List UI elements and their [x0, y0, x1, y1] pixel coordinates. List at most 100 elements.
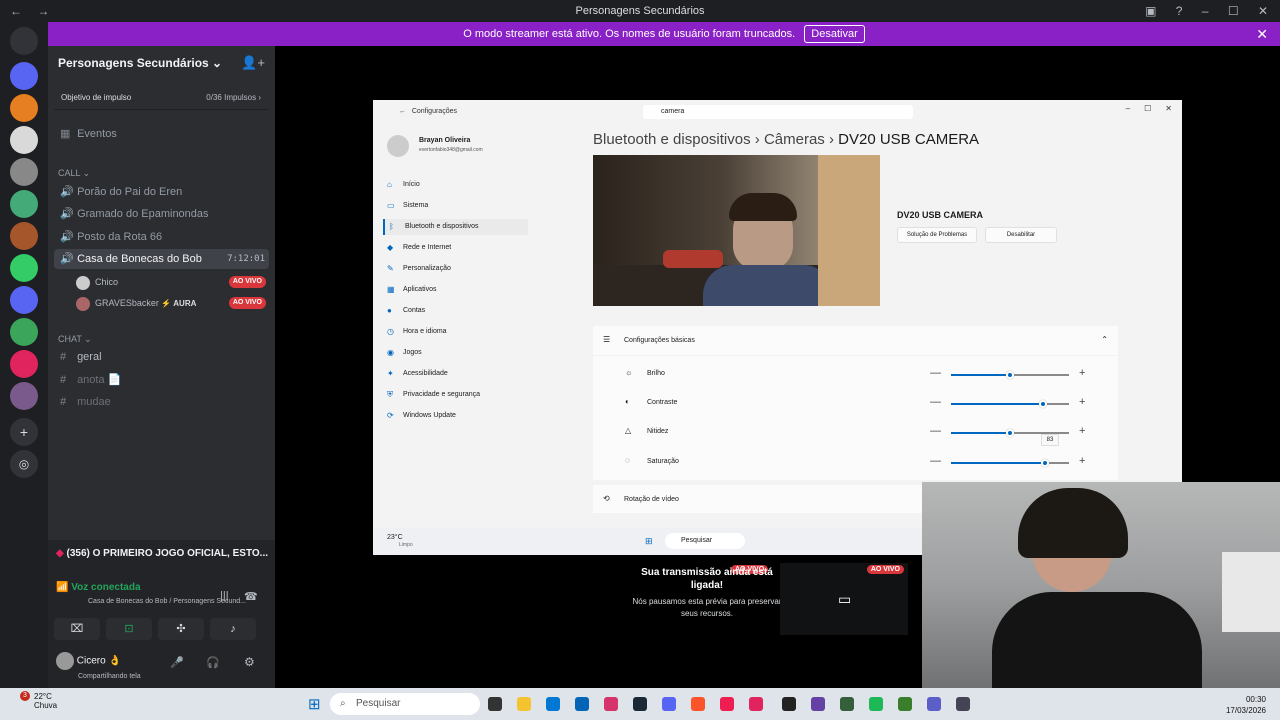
settings-menu-item[interactable]: ✎ Personalização: [383, 261, 528, 277]
server-icon[interactable]: [10, 126, 38, 154]
discord-icon[interactable]: [662, 697, 676, 711]
settings-menu-item[interactable]: ⟳ Windows Update: [383, 408, 528, 424]
settings-gear-icon[interactable]: ⚙: [244, 655, 255, 669]
minimize-icon[interactable]: –: [1202, 4, 1209, 18]
inbox-icon[interactable]: ▣: [1145, 4, 1156, 18]
settings-menu-item[interactable]: ● Contas: [383, 303, 528, 319]
inner-search[interactable]: Pesquisar: [665, 533, 745, 549]
teams-icon[interactable]: [927, 697, 941, 711]
boost-goal[interactable]: Objetivo de impulso 0/36 Impulsos ›: [54, 86, 269, 110]
app-icon[interactable]: [956, 697, 970, 711]
minus-icon[interactable]: —: [930, 455, 941, 467]
text-channel[interactable]: # anota 📄: [54, 370, 269, 390]
minimize-icon[interactable]: –: [1126, 104, 1130, 113]
server-icon[interactable]: [10, 190, 38, 218]
brave-icon[interactable]: [691, 697, 705, 711]
windows-start-icon[interactable]: ⊞: [645, 536, 653, 547]
close-icon[interactable]: ✕: [1258, 4, 1268, 18]
twitch-icon[interactable]: [811, 697, 825, 711]
disconnect-icon[interactable]: ☎: [244, 590, 258, 603]
voice-channel[interactable]: 🔊 Porão do Pai do Eren: [54, 182, 269, 202]
disable-camera-button[interactable]: Desabilitar: [985, 227, 1057, 243]
crumb-1[interactable]: Bluetooth e dispositivos: [593, 131, 751, 148]
task-view-icon[interactable]: [488, 697, 502, 711]
help-icon[interactable]: ?: [1176, 4, 1183, 18]
plus-icon[interactable]: +: [1079, 425, 1085, 437]
noise-icon[interactable]: |||: [220, 590, 229, 602]
mic-icon[interactable]: 🎤: [170, 656, 184, 669]
share-screen-button[interactable]: ⊡: [106, 618, 152, 640]
voice-connected[interactable]: 📶 Voz conectada: [56, 582, 141, 593]
maximize-icon[interactable]: ☐: [1144, 104, 1151, 113]
voice-channel-active[interactable]: 🔊 Casa de Bonecas do Bob 7:12:01: [54, 249, 269, 269]
server-icon[interactable]: [10, 158, 38, 186]
slider-knob[interactable]: [1006, 429, 1014, 437]
slider-knob[interactable]: [1039, 400, 1048, 408]
settings-menu-item[interactable]: ◉ Jogos: [383, 345, 528, 361]
add-server-icon[interactable]: +: [10, 418, 38, 446]
opera-icon[interactable]: [604, 697, 618, 711]
settings-menu-item[interactable]: ▭ Sistema: [383, 198, 528, 214]
obs-icon[interactable]: [782, 697, 796, 711]
camera-off-button[interactable]: ⌧: [54, 618, 100, 640]
slider-knob[interactable]: [1006, 371, 1014, 379]
settings-menu-item[interactable]: ⌂ Início: [383, 177, 528, 193]
discord-home-icon[interactable]: [10, 27, 38, 55]
brightness-slider[interactable]: [951, 371, 1069, 379]
minecraft-icon[interactable]: [898, 697, 912, 711]
text-channel[interactable]: # geral: [54, 347, 269, 367]
basic-settings-header[interactable]: ☰ Configurações básicas ⌃: [593, 326, 1118, 355]
settings-menu-item-active[interactable]: ᛒ Bluetooth e dispositivos: [383, 219, 528, 235]
server-icon[interactable]: [10, 286, 38, 314]
server-icon[interactable]: [10, 382, 38, 410]
app-icon[interactable]: [840, 697, 854, 711]
settings-menu-item[interactable]: ✦ Acessibilidade: [383, 366, 528, 382]
voice-channel[interactable]: 🔊 Posto da Rota 66: [54, 227, 269, 247]
guild-name[interactable]: Personagens Secundários ⌄: [58, 56, 222, 70]
screen-share-tile[interactable]: AO VIVO ▭: [780, 563, 908, 635]
server-icon[interactable]: [10, 62, 38, 90]
troubleshoot-button[interactable]: Solução de Problemas: [897, 227, 977, 243]
file-explorer-icon[interactable]: [517, 697, 531, 711]
settings-menu-item[interactable]: ⛨ Privacidade e segurança: [383, 387, 528, 403]
category-call[interactable]: CALL ⌄: [58, 168, 90, 179]
headphones-icon[interactable]: 🎧: [206, 656, 220, 669]
settings-menu-item[interactable]: ▦ Aplicativos: [383, 282, 528, 298]
voice-channel[interactable]: 🔊 Gramado do Epaminondas: [54, 204, 269, 224]
category-chat[interactable]: CHAT ⌄: [58, 334, 92, 345]
server-icon[interactable]: [10, 254, 38, 282]
disable-streamer-button[interactable]: Desativar: [804, 25, 865, 43]
voice-user[interactable]: GRAVESbacker ⚡ AURA AO VIVO: [76, 294, 266, 312]
plus-icon[interactable]: +: [1079, 455, 1085, 467]
text-channel[interactable]: # mudae: [54, 392, 269, 412]
soundboard-button[interactable]: ♪: [210, 618, 256, 640]
system-clock[interactable]: 00:30 17/03/2026: [1226, 694, 1266, 716]
server-icon[interactable]: [10, 222, 38, 250]
close-icon[interactable]: ✕: [1165, 104, 1172, 113]
discover-icon[interactable]: ◎: [10, 450, 38, 478]
slider-knob[interactable]: [1041, 459, 1050, 467]
crumb-2[interactable]: Câmeras: [764, 131, 825, 148]
settings-search[interactable]: camera: [643, 105, 913, 119]
contrast-slider[interactable]: [951, 400, 1069, 408]
activities-button[interactable]: ✣: [158, 618, 204, 640]
minus-icon[interactable]: —: [930, 425, 941, 437]
taskbar-search[interactable]: ⌕ Pesquisar: [330, 693, 480, 715]
server-icon[interactable]: [10, 318, 38, 346]
server-icon[interactable]: [10, 350, 38, 378]
store-icon[interactable]: [546, 697, 560, 711]
events-item[interactable]: ▦ Eventos: [54, 124, 269, 144]
back-icon[interactable]: ←: [399, 108, 406, 115]
minus-icon[interactable]: —: [930, 396, 941, 408]
steam-icon[interactable]: [633, 697, 647, 711]
saturation-slider[interactable]: [951, 459, 1069, 467]
minus-icon[interactable]: —: [930, 367, 941, 379]
current-user[interactable]: Cicero 👌 Compartilhando tela: [56, 652, 141, 681]
now-playing[interactable]: ◆ (356) O PRIMEIRO JOGO OFICIAL, ESTO...: [56, 548, 268, 559]
voice-user[interactable]: Chico AO VIVO: [76, 273, 266, 291]
app-icon[interactable]: [749, 697, 763, 711]
plus-icon[interactable]: +: [1079, 367, 1085, 379]
tiktok-icon[interactable]: [720, 697, 734, 711]
server-icon[interactable]: [10, 94, 38, 122]
weather-widget[interactable]: 22°C Chuva: [34, 692, 57, 710]
